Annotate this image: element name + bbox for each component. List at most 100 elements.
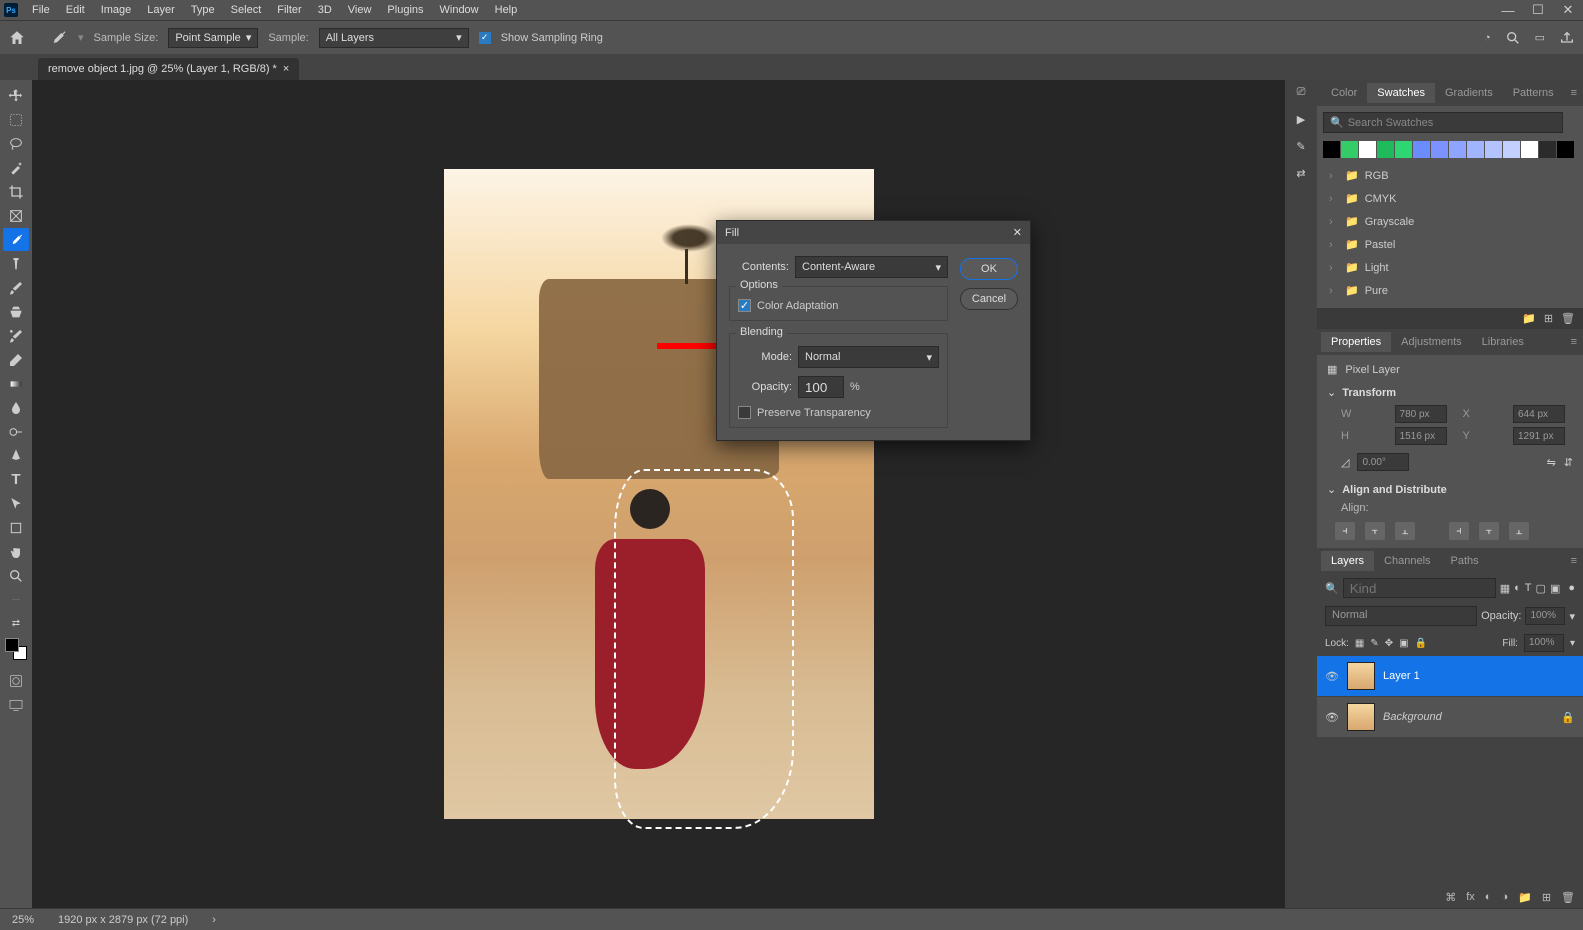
folder-pure[interactable]: ›📁Pure — [1323, 279, 1577, 302]
lock-paint-icon[interactable]: ✎ — [1370, 638, 1378, 649]
search-swatches-input[interactable]: 🔍 Search Swatches — [1323, 112, 1563, 133]
zoom-tool[interactable] — [3, 564, 29, 587]
layer-mask-icon[interactable]: ◐ — [1485, 891, 1492, 904]
marquee-tool[interactable] — [3, 108, 29, 131]
align-top-button[interactable]: ⫞ — [1449, 522, 1469, 540]
paths-tab[interactable]: Paths — [1441, 551, 1489, 571]
gradient-tool[interactable] — [3, 372, 29, 395]
align-bottom-button[interactable]: ⫠ — [1509, 522, 1529, 540]
canvas-area[interactable] — [32, 80, 1285, 908]
swatch[interactable] — [1359, 141, 1376, 158]
libraries-tab[interactable]: Libraries — [1472, 332, 1534, 352]
swatches-tab[interactable]: Swatches — [1367, 83, 1435, 103]
panel-menu-icon[interactable]: ≡ — [1571, 87, 1583, 99]
menu-select[interactable]: Select — [223, 2, 270, 18]
minimize-button[interactable]: — — [1493, 0, 1523, 20]
swatch[interactable] — [1449, 141, 1466, 158]
crop-tool[interactable] — [3, 180, 29, 203]
mode-dropdown[interactable]: Normal▾ — [798, 346, 939, 368]
new-fill-icon[interactable]: ◑ — [1501, 891, 1508, 904]
delete-swatch-icon[interactable]: 🗑 — [1561, 312, 1575, 325]
filter-toggle[interactable]: ● — [1568, 582, 1575, 594]
cloud-icon[interactable]: ◔ — [1484, 32, 1491, 44]
adjustments-tab[interactable]: Adjustments — [1391, 332, 1472, 352]
link-layers-icon[interactable]: ⌘ — [1445, 891, 1456, 904]
flip-h-icon[interactable]: ⇋ — [1547, 456, 1556, 469]
history-panel-icon[interactable]: ⎚ — [1297, 86, 1306, 99]
path-selection-tool[interactable] — [3, 492, 29, 515]
filter-shape-icon[interactable]: ▢ — [1536, 582, 1546, 595]
align-left-button[interactable]: ⫞ — [1335, 522, 1355, 540]
color-adaptation-checkbox[interactable]: ✓ — [738, 299, 751, 312]
ok-button[interactable]: OK — [960, 258, 1018, 280]
menu-edit[interactable]: Edit — [58, 2, 93, 18]
cancel-button[interactable]: Cancel — [960, 288, 1018, 310]
layers-tab[interactable]: Layers — [1321, 551, 1374, 571]
color-swap-icon[interactable]: ⇄ — [3, 612, 29, 635]
menu-plugins[interactable]: Plugins — [379, 2, 431, 18]
lock-position-icon[interactable]: ✥ — [1385, 638, 1393, 649]
hand-tool[interactable] — [3, 540, 29, 563]
new-layer-icon[interactable]: ⊞ — [1542, 891, 1551, 904]
transform-h-input[interactable] — [1395, 427, 1447, 445]
fill-input[interactable]: 100% — [1524, 634, 1564, 652]
filter-smart-icon[interactable]: ▣ — [1550, 582, 1560, 595]
swatch[interactable] — [1413, 141, 1430, 158]
swatch[interactable] — [1377, 141, 1394, 158]
menu-type[interactable]: Type — [183, 2, 223, 18]
delete-layer-icon[interactable]: 🗑 — [1561, 891, 1575, 904]
align-center-h-button[interactable]: ⫟ — [1365, 522, 1385, 540]
swatch[interactable] — [1539, 141, 1556, 158]
transform-y-input[interactable] — [1513, 427, 1565, 445]
menu-3d[interactable]: 3D — [310, 2, 340, 18]
fill-dropdown-icon[interactable]: ▾ — [1570, 638, 1575, 649]
layer-row[interactable]: 👁 Layer 1 — [1317, 656, 1583, 697]
magic-wand-tool[interactable] — [3, 156, 29, 179]
menu-file[interactable]: File — [24, 2, 58, 18]
opacity-input[interactable]: 100% — [1525, 607, 1565, 625]
healing-brush-tool[interactable] — [3, 252, 29, 275]
eyedropper-tool-icon[interactable] — [48, 28, 68, 48]
brush-tool[interactable] — [3, 276, 29, 299]
eraser-tool[interactable] — [3, 348, 29, 371]
contents-dropdown[interactable]: Content-Aware▾ — [795, 256, 948, 278]
transform-w-input[interactable] — [1395, 405, 1447, 423]
folder-grayscale[interactable]: ›📁Grayscale — [1323, 210, 1577, 233]
folder-cmyk[interactable]: ›📁CMYK — [1323, 187, 1577, 210]
actions-panel-icon[interactable]: ▶ — [1297, 113, 1305, 126]
layer-thumbnail[interactable] — [1347, 662, 1375, 690]
doc-info-chevron-icon[interactable]: › — [212, 914, 216, 926]
zoom-level[interactable]: 25% — [12, 914, 34, 926]
opacity-dropdown-icon[interactable]: ▾ — [1569, 610, 1575, 623]
swatch[interactable] — [1485, 141, 1502, 158]
layer-thumbnail[interactable] — [1347, 703, 1375, 731]
layer-visibility-icon[interactable]: 👁 — [1325, 670, 1339, 683]
search-icon[interactable] — [1505, 30, 1521, 46]
type-tool[interactable]: T — [3, 468, 29, 491]
transform-x-input[interactable] — [1513, 405, 1565, 423]
document-tab[interactable]: remove object 1.jpg @ 25% (Layer 1, RGB/… — [38, 58, 299, 80]
quick-mask-tool[interactable] — [3, 669, 29, 692]
eyedropper-tool[interactable] — [3, 228, 29, 251]
layer-filter-type-dropdown[interactable] — [1343, 578, 1496, 598]
foreground-background-colors[interactable] — [5, 638, 27, 660]
filter-adjustment-icon[interactable]: ◐ — [1514, 582, 1521, 594]
folder-light[interactable]: ›📁Light — [1323, 256, 1577, 279]
new-folder-icon[interactable]: 📁 — [1522, 312, 1536, 325]
menu-filter[interactable]: Filter — [269, 2, 309, 18]
channels-tab[interactable]: Channels — [1374, 551, 1440, 571]
layer-fx-icon[interactable]: fx — [1466, 891, 1475, 904]
menu-view[interactable]: View — [340, 2, 380, 18]
lasso-tool[interactable] — [3, 132, 29, 155]
close-tab-icon[interactable]: × — [283, 63, 289, 75]
maximize-button[interactable]: ☐ — [1523, 0, 1553, 20]
blend-mode-dropdown[interactable]: Normal — [1325, 606, 1477, 626]
swatch[interactable] — [1341, 141, 1358, 158]
opacity-input[interactable] — [798, 376, 844, 398]
swatch[interactable] — [1521, 141, 1538, 158]
folder-rgb[interactable]: ›📁RGB — [1323, 164, 1577, 187]
layer-row[interactable]: 👁 Background 🔒 — [1317, 697, 1583, 738]
new-swatch-icon[interactable]: ⊞ — [1544, 312, 1553, 325]
frame-tool[interactable] — [3, 204, 29, 227]
gradients-tab[interactable]: Gradients — [1435, 83, 1503, 103]
